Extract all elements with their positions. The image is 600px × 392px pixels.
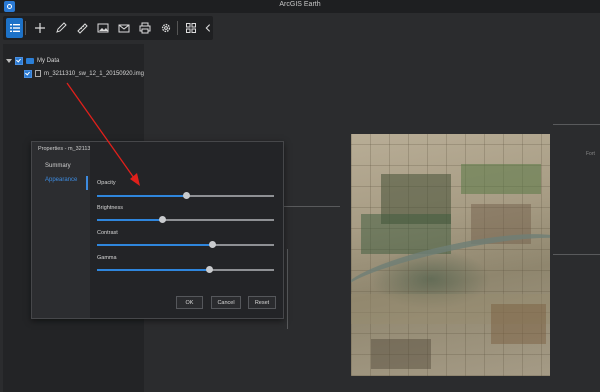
brightness-slider[interactable] (97, 216, 274, 223)
measure-button[interactable] (72, 18, 91, 38)
opacity-slider-thumb[interactable] (182, 192, 190, 199)
satellite-imagery-layer (351, 134, 550, 376)
gamma-label: Gamma (97, 255, 117, 261)
print-button[interactable] (135, 18, 154, 38)
basemap-button[interactable] (182, 18, 201, 38)
app-title: ArcGIS Earth (279, 1, 321, 8)
opacity-label: Opacity (97, 180, 116, 186)
tree-node-my-data[interactable]: My Data (6, 55, 59, 66)
gamma-slider-thumb[interactable] (205, 266, 213, 273)
add-icon (34, 23, 45, 33)
contrast-slider[interactable] (97, 241, 274, 248)
image-button[interactable] (93, 18, 112, 38)
image-icon (97, 23, 109, 33)
settings-icon (161, 23, 170, 33)
layer-checkbox[interactable] (24, 69, 32, 78)
properties-dialog: Properties - m_3211310_sw_12_1_20150920.… (31, 141, 284, 319)
draw-icon (55, 22, 67, 33)
nav-active-indicator (86, 176, 88, 190)
add-data-button[interactable] (30, 18, 49, 38)
map-road (553, 124, 600, 125)
map-road (553, 254, 600, 255)
chevron-left-icon (205, 24, 211, 32)
toolbar-divider (177, 21, 178, 35)
tree-node-label: m_3211310_sw_12_1_20150920.img (44, 70, 144, 77)
toolbar-divider (25, 21, 27, 35)
tree-node-label: My Data (37, 57, 60, 64)
expand-arrow-icon[interactable] (6, 58, 12, 63)
contrast-label: Contrast (97, 230, 118, 236)
brightness-slider-thumb[interactable] (159, 216, 167, 223)
print-icon (139, 22, 151, 34)
contrast-slider-thumb[interactable] (209, 241, 217, 248)
email-button[interactable] (114, 18, 133, 38)
cancel-button[interactable]: Cancel (211, 296, 241, 309)
map-road (287, 249, 288, 329)
opacity-slider[interactable] (97, 192, 274, 199)
map-road (280, 206, 340, 207)
folder-icon (26, 57, 34, 64)
contents-icon (9, 24, 20, 32)
tree-node-layer[interactable]: m_3211310_sw_12_1_20150920.img (24, 68, 144, 79)
ok-button[interactable]: OK (176, 296, 203, 309)
main-toolbar (3, 16, 213, 40)
collapse-toolbar-button[interactable] (203, 18, 213, 38)
nav-summary[interactable]: Summary (45, 163, 71, 169)
gamma-slider[interactable] (97, 266, 274, 273)
reset-button[interactable]: Reset (248, 296, 276, 309)
appearance-panel: Opacity Brightness Contrast Gamma OK Can… (90, 142, 283, 318)
draw-button[interactable] (51, 18, 70, 38)
my-data-checkbox[interactable] (15, 56, 23, 65)
measure-icon (76, 23, 88, 34)
basemap-icon (186, 23, 197, 33)
raster-file-icon (35, 70, 41, 77)
title-bar: ArcGIS Earth (0, 0, 600, 13)
mail-icon (118, 24, 130, 33)
map-place-label: Fort (586, 151, 595, 157)
settings-button[interactable] (156, 18, 175, 38)
contents-button[interactable] (6, 18, 24, 38)
brightness-label: Brightness (97, 205, 123, 211)
nav-appearance[interactable]: Appearance (45, 177, 77, 183)
